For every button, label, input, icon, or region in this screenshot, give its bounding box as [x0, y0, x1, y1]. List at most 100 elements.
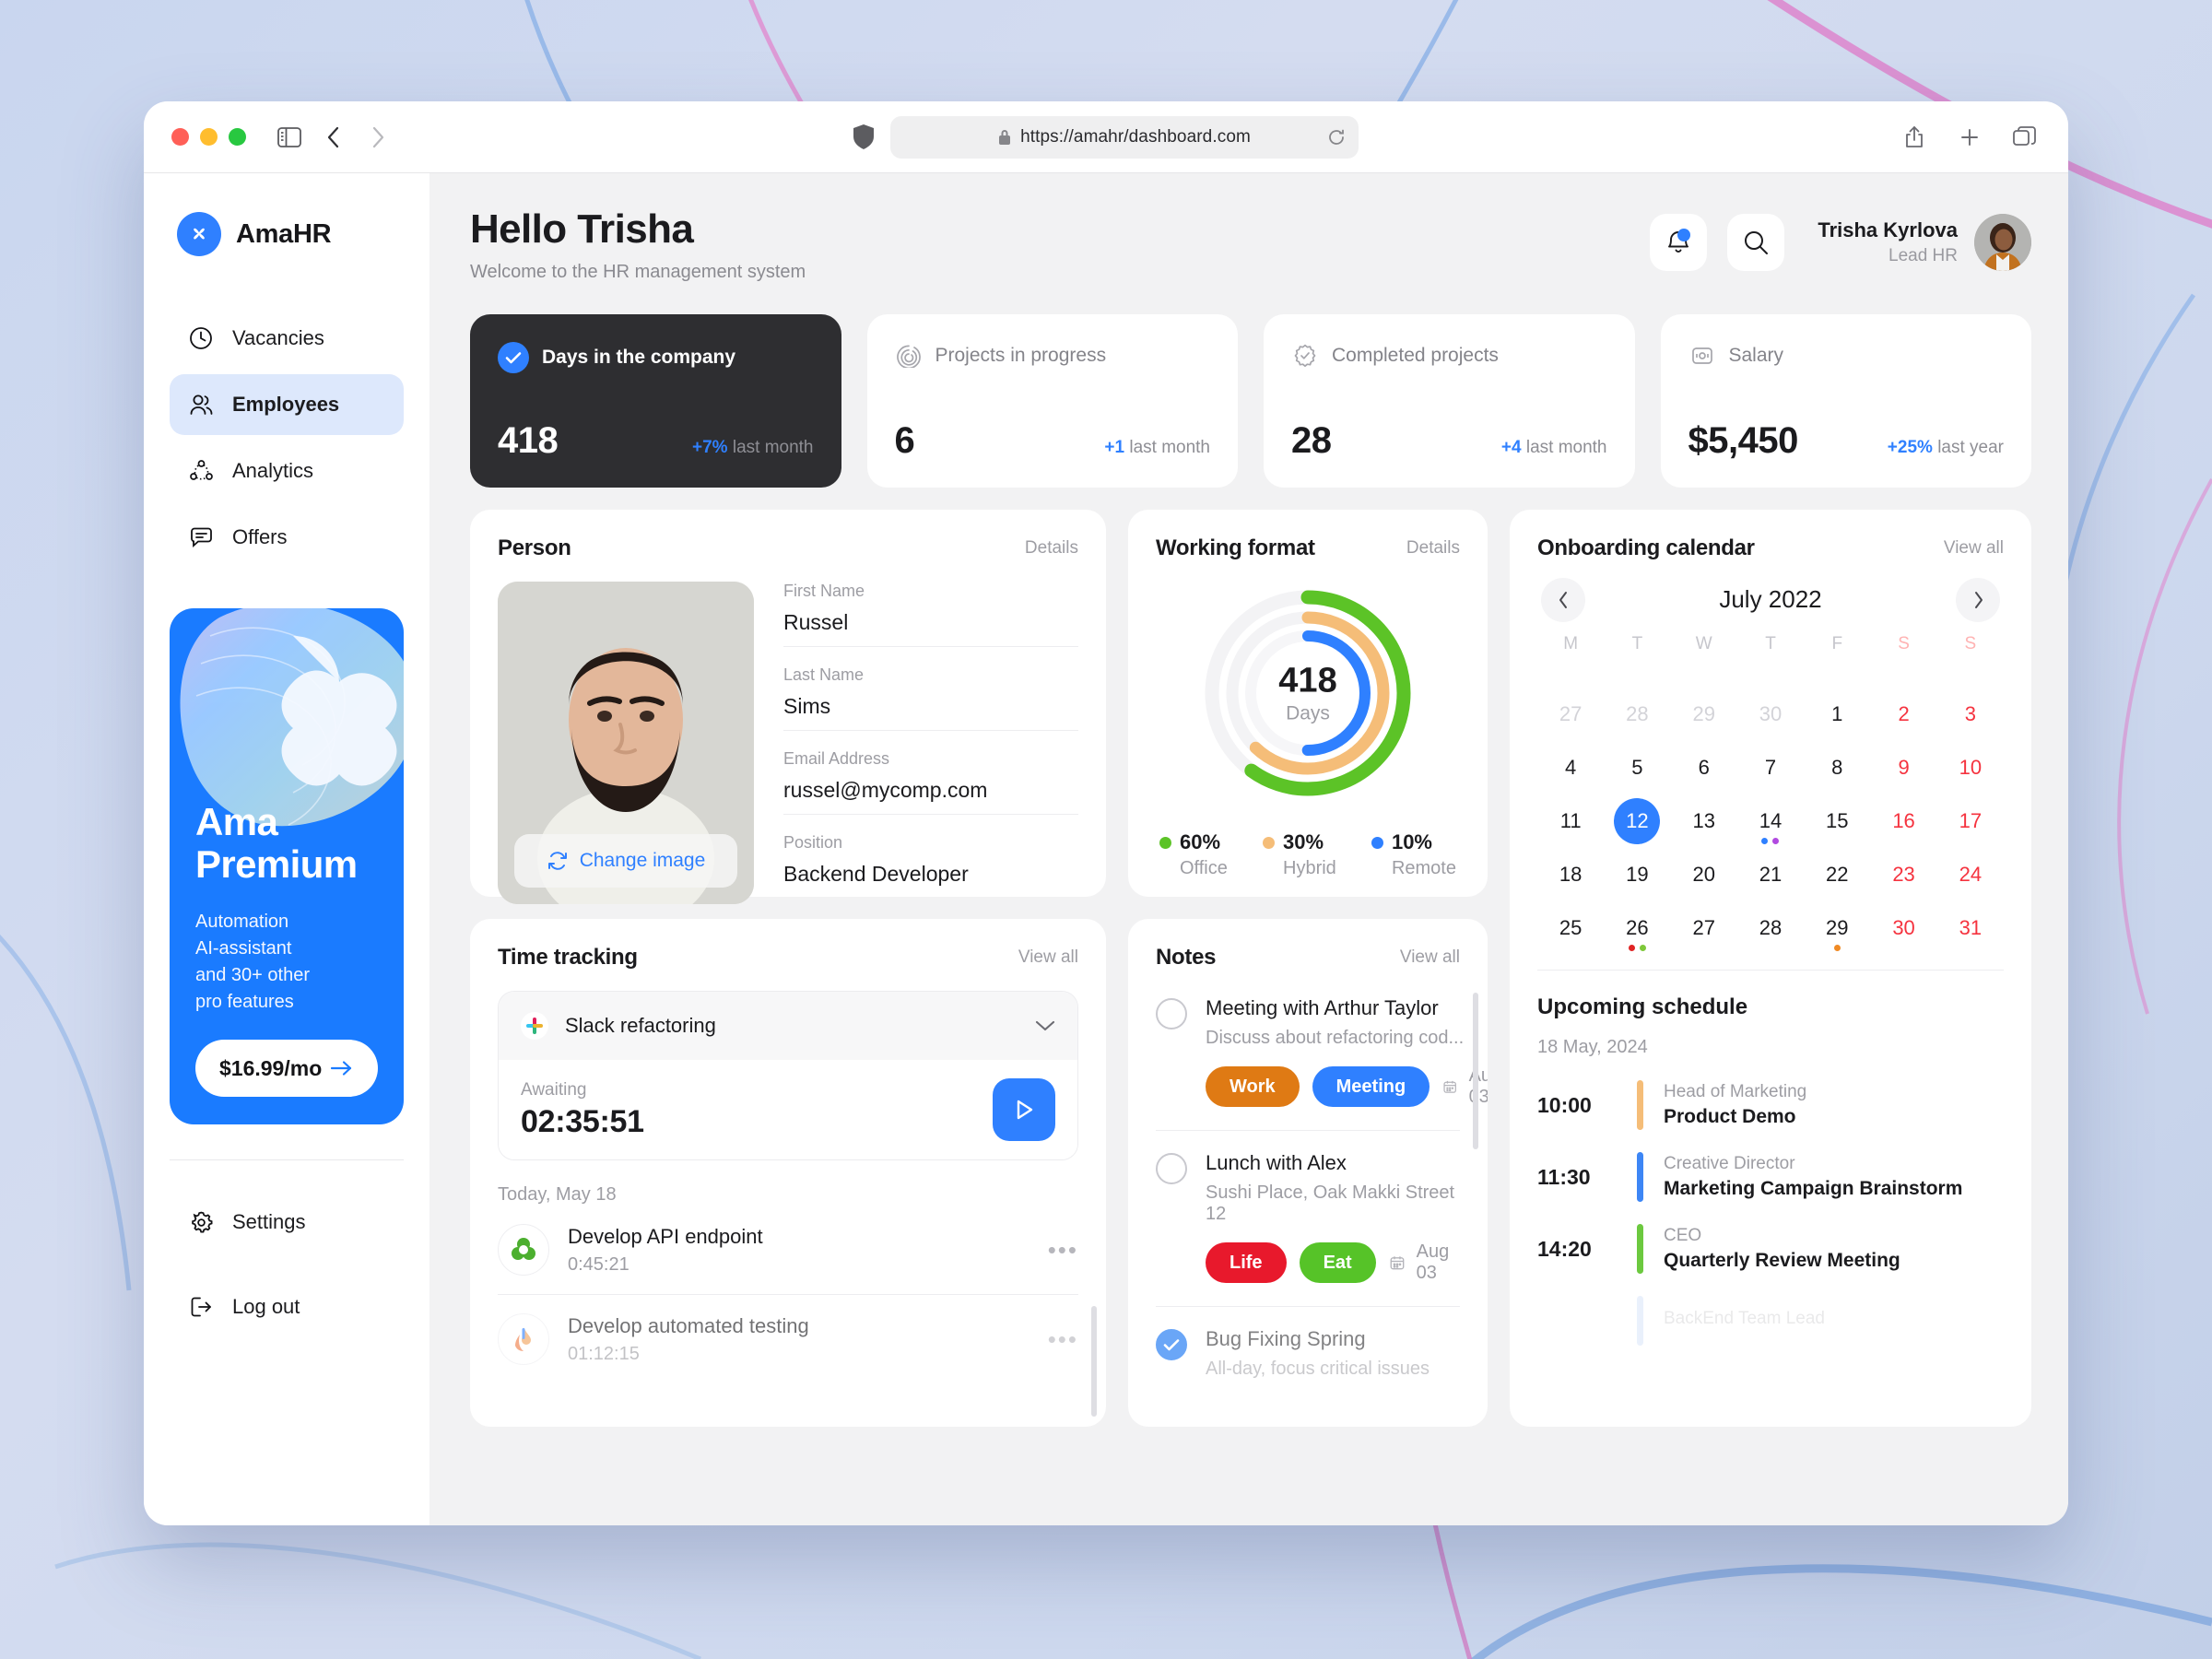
brand[interactable]: AmaHR: [170, 212, 404, 256]
stat-card-days-in-company[interactable]: Days in the company 418 +7% last month: [470, 314, 841, 488]
time-entry-menu-button[interactable]: •••: [1048, 1325, 1078, 1354]
change-image-button[interactable]: Change image: [514, 834, 737, 888]
time-entry-row[interactable]: Develop automated testing 01:12:15 •••: [498, 1295, 1078, 1383]
forward-icon[interactable]: [362, 122, 394, 153]
calendar-day[interactable]: 17: [1937, 794, 2004, 848]
calendar-day[interactable]: 28: [1737, 901, 1804, 955]
reload-icon[interactable]: [1327, 128, 1346, 147]
close-icon[interactable]: [171, 128, 189, 146]
sidebar-item-offers[interactable]: Offers: [170, 507, 404, 568]
schedule-item[interactable]: 14:20 CEO Quarterly Review Meeting: [1537, 1224, 2004, 1274]
calendar-day[interactable]: 10: [1937, 741, 2004, 794]
calendar-day[interactable]: 18: [1537, 848, 1604, 901]
tabs-icon[interactable]: [2009, 122, 2041, 153]
calendar-day[interactable]: 26: [1604, 901, 1670, 955]
premium-price-button[interactable]: $16.99/mo: [195, 1040, 378, 1097]
calendar-day[interactable]: 11: [1537, 794, 1604, 848]
shield-icon[interactable]: [853, 124, 874, 149]
calendar-day[interactable]: 7: [1737, 741, 1804, 794]
sidebar-item-logout[interactable]: Log out: [170, 1277, 404, 1337]
field-email[interactable]: Email Address russel@mycomp.com: [783, 749, 1078, 815]
field-last-name[interactable]: Last Name Sims: [783, 665, 1078, 731]
calendar-day[interactable]: 2: [1870, 688, 1936, 741]
back-icon[interactable]: [318, 122, 349, 153]
sidebar-item-analytics[interactable]: Analytics: [170, 441, 404, 501]
window-controls[interactable]: [171, 128, 246, 146]
calendar-next-button[interactable]: [1956, 577, 2000, 622]
calendar-prev-button[interactable]: [1541, 577, 1585, 622]
calendar-day[interactable]: 5: [1604, 741, 1670, 794]
schedule-item[interactable]: BackEnd Team Lead: [1537, 1296, 2004, 1346]
schedule-item[interactable]: 10:00 Head of Marketing Product Demo: [1537, 1080, 2004, 1130]
schedule-item[interactable]: 11:30 Creative Director Marketing Campaign…: [1537, 1152, 2004, 1202]
calendar-day[interactable]: 27: [1671, 901, 1737, 955]
note-tag[interactable]: Life: [1206, 1242, 1287, 1283]
note-item[interactable]: Meeting with Arthur Taylor Discuss about …: [1156, 976, 1488, 1131]
calendar-day[interactable]: 29: [1804, 901, 1870, 955]
premium-promo-card[interactable]: Ama Premium Automation AI-assistant and …: [170, 608, 404, 1124]
maximize-icon[interactable]: [229, 128, 246, 146]
share-icon[interactable]: [1899, 122, 1930, 153]
calendar-day[interactable]: 30: [1870, 901, 1936, 955]
time-entry-row[interactable]: Develop API endpoint 0:45:21 •••: [498, 1206, 1078, 1295]
calendar-day[interactable]: 23: [1870, 848, 1936, 901]
calendar-day[interactable]: 29: [1671, 688, 1737, 741]
calendar-day[interactable]: 25: [1537, 901, 1604, 955]
calendar-day[interactable]: 15: [1804, 794, 1870, 848]
time-entry-menu-button[interactable]: •••: [1048, 1236, 1078, 1265]
sidebar-item-employees[interactable]: Employees: [170, 374, 404, 435]
minimize-icon[interactable]: [200, 128, 218, 146]
calendar-day[interactable]: 9: [1870, 741, 1936, 794]
calendar-day[interactable]: 24: [1937, 848, 2004, 901]
calendar-day[interactable]: 4: [1537, 741, 1604, 794]
time-tracking-scrollbar[interactable]: [1091, 1306, 1097, 1417]
sidebar-item-settings[interactable]: Settings: [170, 1192, 404, 1253]
user-profile[interactable]: Trisha Kyrlova Lead HR: [1818, 214, 2031, 271]
person-details-link[interactable]: Details: [1025, 538, 1078, 559]
calendar-day[interactable]: 27: [1537, 688, 1604, 741]
sidebar-toggle-icon[interactable]: [274, 122, 305, 153]
sidebar-item-vacancies[interactable]: Vacancies: [170, 308, 404, 369]
note-item[interactable]: Bug Fixing Spring All-day, focus critical…: [1156, 1307, 1460, 1380]
calendar-day[interactable]: 16: [1870, 794, 1936, 848]
stat-card-completed-projects[interactable]: Completed projects 28 +4 last month: [1264, 314, 1635, 488]
address-bar[interactable]: https://amahr/dashboard.com: [890, 115, 1359, 159]
note-tag[interactable]: Meeting: [1312, 1066, 1430, 1107]
chevron-down-icon[interactable]: [1035, 1019, 1055, 1032]
note-checkbox[interactable]: [1156, 998, 1187, 1030]
calendar-day[interactable]: 1: [1804, 688, 1870, 741]
note-item[interactable]: Lunch with Alex Sushi Place, Oak Makki St…: [1156, 1131, 1460, 1307]
search-button[interactable]: [1727, 214, 1785, 271]
stat-card-projects-in-progress[interactable]: Projects in progress 6 +1 last month: [866, 314, 1238, 488]
calendar-day[interactable]: 6: [1671, 741, 1737, 794]
calendar-day[interactable]: 30: [1737, 688, 1804, 741]
calendar-day[interactable]: 22: [1804, 848, 1870, 901]
field-position[interactable]: Position Backend Developer: [783, 833, 1078, 898]
calendar-day[interactable]: 14: [1737, 794, 1804, 848]
time-tracking-view-all-link[interactable]: View all: [1018, 947, 1078, 968]
working-format-details-link[interactable]: Details: [1406, 538, 1460, 559]
calendar-day[interactable]: 8: [1804, 741, 1870, 794]
start-timer-button[interactable]: [993, 1078, 1055, 1141]
note-tag[interactable]: Work: [1206, 1066, 1300, 1107]
calendar-day[interactable]: 19: [1604, 848, 1670, 901]
notes-view-all-link[interactable]: View all: [1400, 947, 1460, 968]
calendar-day[interactable]: 12: [1604, 794, 1670, 848]
field-first-name[interactable]: First Name Russel: [783, 582, 1078, 647]
calendar-day[interactable]: 20: [1671, 848, 1737, 901]
calendar-day[interactable]: 3: [1937, 688, 2004, 741]
calendar-day[interactable]: 28: [1604, 688, 1670, 741]
plus-icon[interactable]: [1954, 122, 1985, 153]
note-tag[interactable]: Eat: [1299, 1242, 1376, 1283]
calendar-day[interactable]: 21: [1737, 848, 1804, 901]
calendar-day[interactable]: 13: [1671, 794, 1737, 848]
avatar[interactable]: [1974, 214, 2031, 271]
time-tracking-project-selector[interactable]: Slack refactoring Awaiting 02:35:51: [498, 991, 1078, 1160]
notifications-button[interactable]: [1650, 214, 1708, 271]
note-checkbox[interactable]: [1156, 1329, 1187, 1360]
calendar-view-all-link[interactable]: View all: [1944, 538, 2004, 559]
note-checkbox[interactable]: [1156, 1153, 1187, 1184]
calendar-day[interactable]: 31: [1937, 901, 2004, 955]
stat-card-salary[interactable]: Salary $5,450 +25% last year: [1660, 314, 2031, 488]
notes-scrollbar[interactable]: [1473, 993, 1478, 1149]
